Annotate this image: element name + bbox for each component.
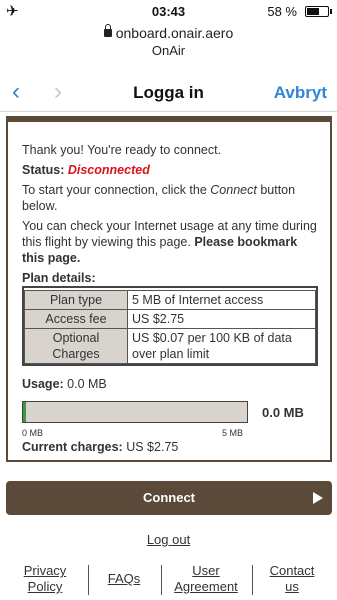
contact-us-link[interactable]: Contact us bbox=[261, 563, 323, 595]
connection-card: Thank you! You're ready to connect. Stat… bbox=[6, 116, 332, 462]
url-bar[interactable]: onboard.onair.aero OnAir bbox=[0, 24, 337, 58]
site-name: OnAir bbox=[151, 43, 186, 58]
usage-big-value: 0.0 MB bbox=[262, 405, 304, 420]
url-domain: onboard.onair.aero bbox=[115, 25, 234, 41]
instruction-text: To start your connection, click the Conn… bbox=[22, 182, 318, 214]
footer-divider bbox=[88, 565, 89, 595]
plan-row-key: Access fee bbox=[24, 309, 128, 329]
plan-table: Plan type 5 MB of Internet access Access f… bbox=[24, 290, 316, 364]
usage-progress-bar bbox=[22, 401, 248, 423]
user-agreement-line1: User bbox=[192, 563, 220, 578]
usage-value-text: 0.0 MB bbox=[67, 377, 107, 391]
plan-row: Access fee US $2.75 bbox=[24, 309, 316, 329]
connect-button-label: Connect bbox=[143, 490, 195, 505]
contact-us-line2: us bbox=[285, 579, 299, 594]
usage-bar-min: 0 MB bbox=[22, 428, 44, 438]
plan-row-key: Plan type bbox=[24, 290, 128, 310]
privacy-policy-line2: Policy bbox=[27, 579, 63, 594]
usage-meter: 0 MB 5 MB 0.0 MB bbox=[22, 395, 318, 439]
plan-row-key: Optional Charges bbox=[24, 328, 128, 364]
privacy-policy-link[interactable]: Privacy Policy bbox=[14, 563, 76, 595]
status-label: Status: bbox=[22, 163, 65, 177]
faqs-link[interactable]: FAQs bbox=[98, 571, 150, 587]
status-bar: ✈ 03:43 58 % bbox=[0, 0, 337, 22]
play-icon bbox=[313, 492, 323, 504]
battery-icon bbox=[305, 6, 329, 17]
logout-row: Log out bbox=[0, 532, 337, 547]
current-charges-line: Current charges: US $2.75 bbox=[22, 439, 318, 455]
ready-message: Thank you! You're ready to connect. bbox=[22, 143, 222, 157]
plan-row: Optional Charges US $0.07 per 100 KB of d… bbox=[24, 328, 316, 364]
footer-divider bbox=[252, 565, 253, 595]
footer: Privacy Policy FAQs User Agreement Conta… bbox=[0, 563, 337, 599]
current-charges-label: Current charges: bbox=[22, 440, 123, 454]
nav-bar: ‹ › Logga in Avbryt bbox=[0, 72, 337, 112]
battery-tip bbox=[330, 9, 332, 14]
usage-info-text: You can check your Internet usage at any… bbox=[22, 218, 318, 266]
user-agreement-line2: Agreement bbox=[174, 579, 238, 594]
plan-table-wrapper: Plan type 5 MB of Internet access Access f… bbox=[22, 286, 318, 366]
battery-level bbox=[307, 8, 319, 15]
lock-icon bbox=[103, 24, 112, 37]
usage-progress-fill bbox=[23, 402, 26, 422]
plan-row-value: 5 MB of Internet access bbox=[127, 290, 316, 310]
status-value: Disconnected bbox=[67, 163, 150, 177]
instruction-connect-word: Connect bbox=[210, 183, 257, 197]
usage-line: Usage: 0.0 MB bbox=[22, 376, 318, 392]
url-line[interactable]: onboard.onair.aero bbox=[0, 24, 337, 41]
contact-us-line1: Contact bbox=[269, 563, 315, 578]
card-content: Thank you! You're ready to connect. Stat… bbox=[22, 142, 318, 455]
cancel-button[interactable]: Avbryt bbox=[274, 83, 327, 103]
current-charges-value: US $2.75 bbox=[126, 440, 179, 454]
footer-divider bbox=[161, 565, 162, 595]
connect-button[interactable]: Connect bbox=[6, 481, 332, 515]
logout-link[interactable]: Log out bbox=[147, 532, 190, 547]
usage-bar-max: 5 MB bbox=[222, 428, 244, 438]
plan-details-label: Plan details: bbox=[22, 271, 96, 285]
user-agreement-link[interactable]: User Agreement bbox=[170, 563, 242, 595]
plan-row: Plan type 5 MB of Internet access bbox=[24, 290, 316, 310]
privacy-policy-line1: Privacy bbox=[23, 563, 67, 578]
usage-label: Usage: bbox=[22, 377, 64, 391]
battery-percent: 58 % bbox=[267, 4, 297, 19]
faqs-label: FAQs bbox=[107, 571, 141, 586]
status-line: Status: Disconnected bbox=[22, 162, 318, 178]
plan-row-value: US $0.07 per 100 KB of data over plan li… bbox=[127, 328, 316, 364]
instruction-prefix: To start your connection, click the bbox=[22, 183, 211, 197]
plan-row-value: US $2.75 bbox=[127, 309, 316, 329]
